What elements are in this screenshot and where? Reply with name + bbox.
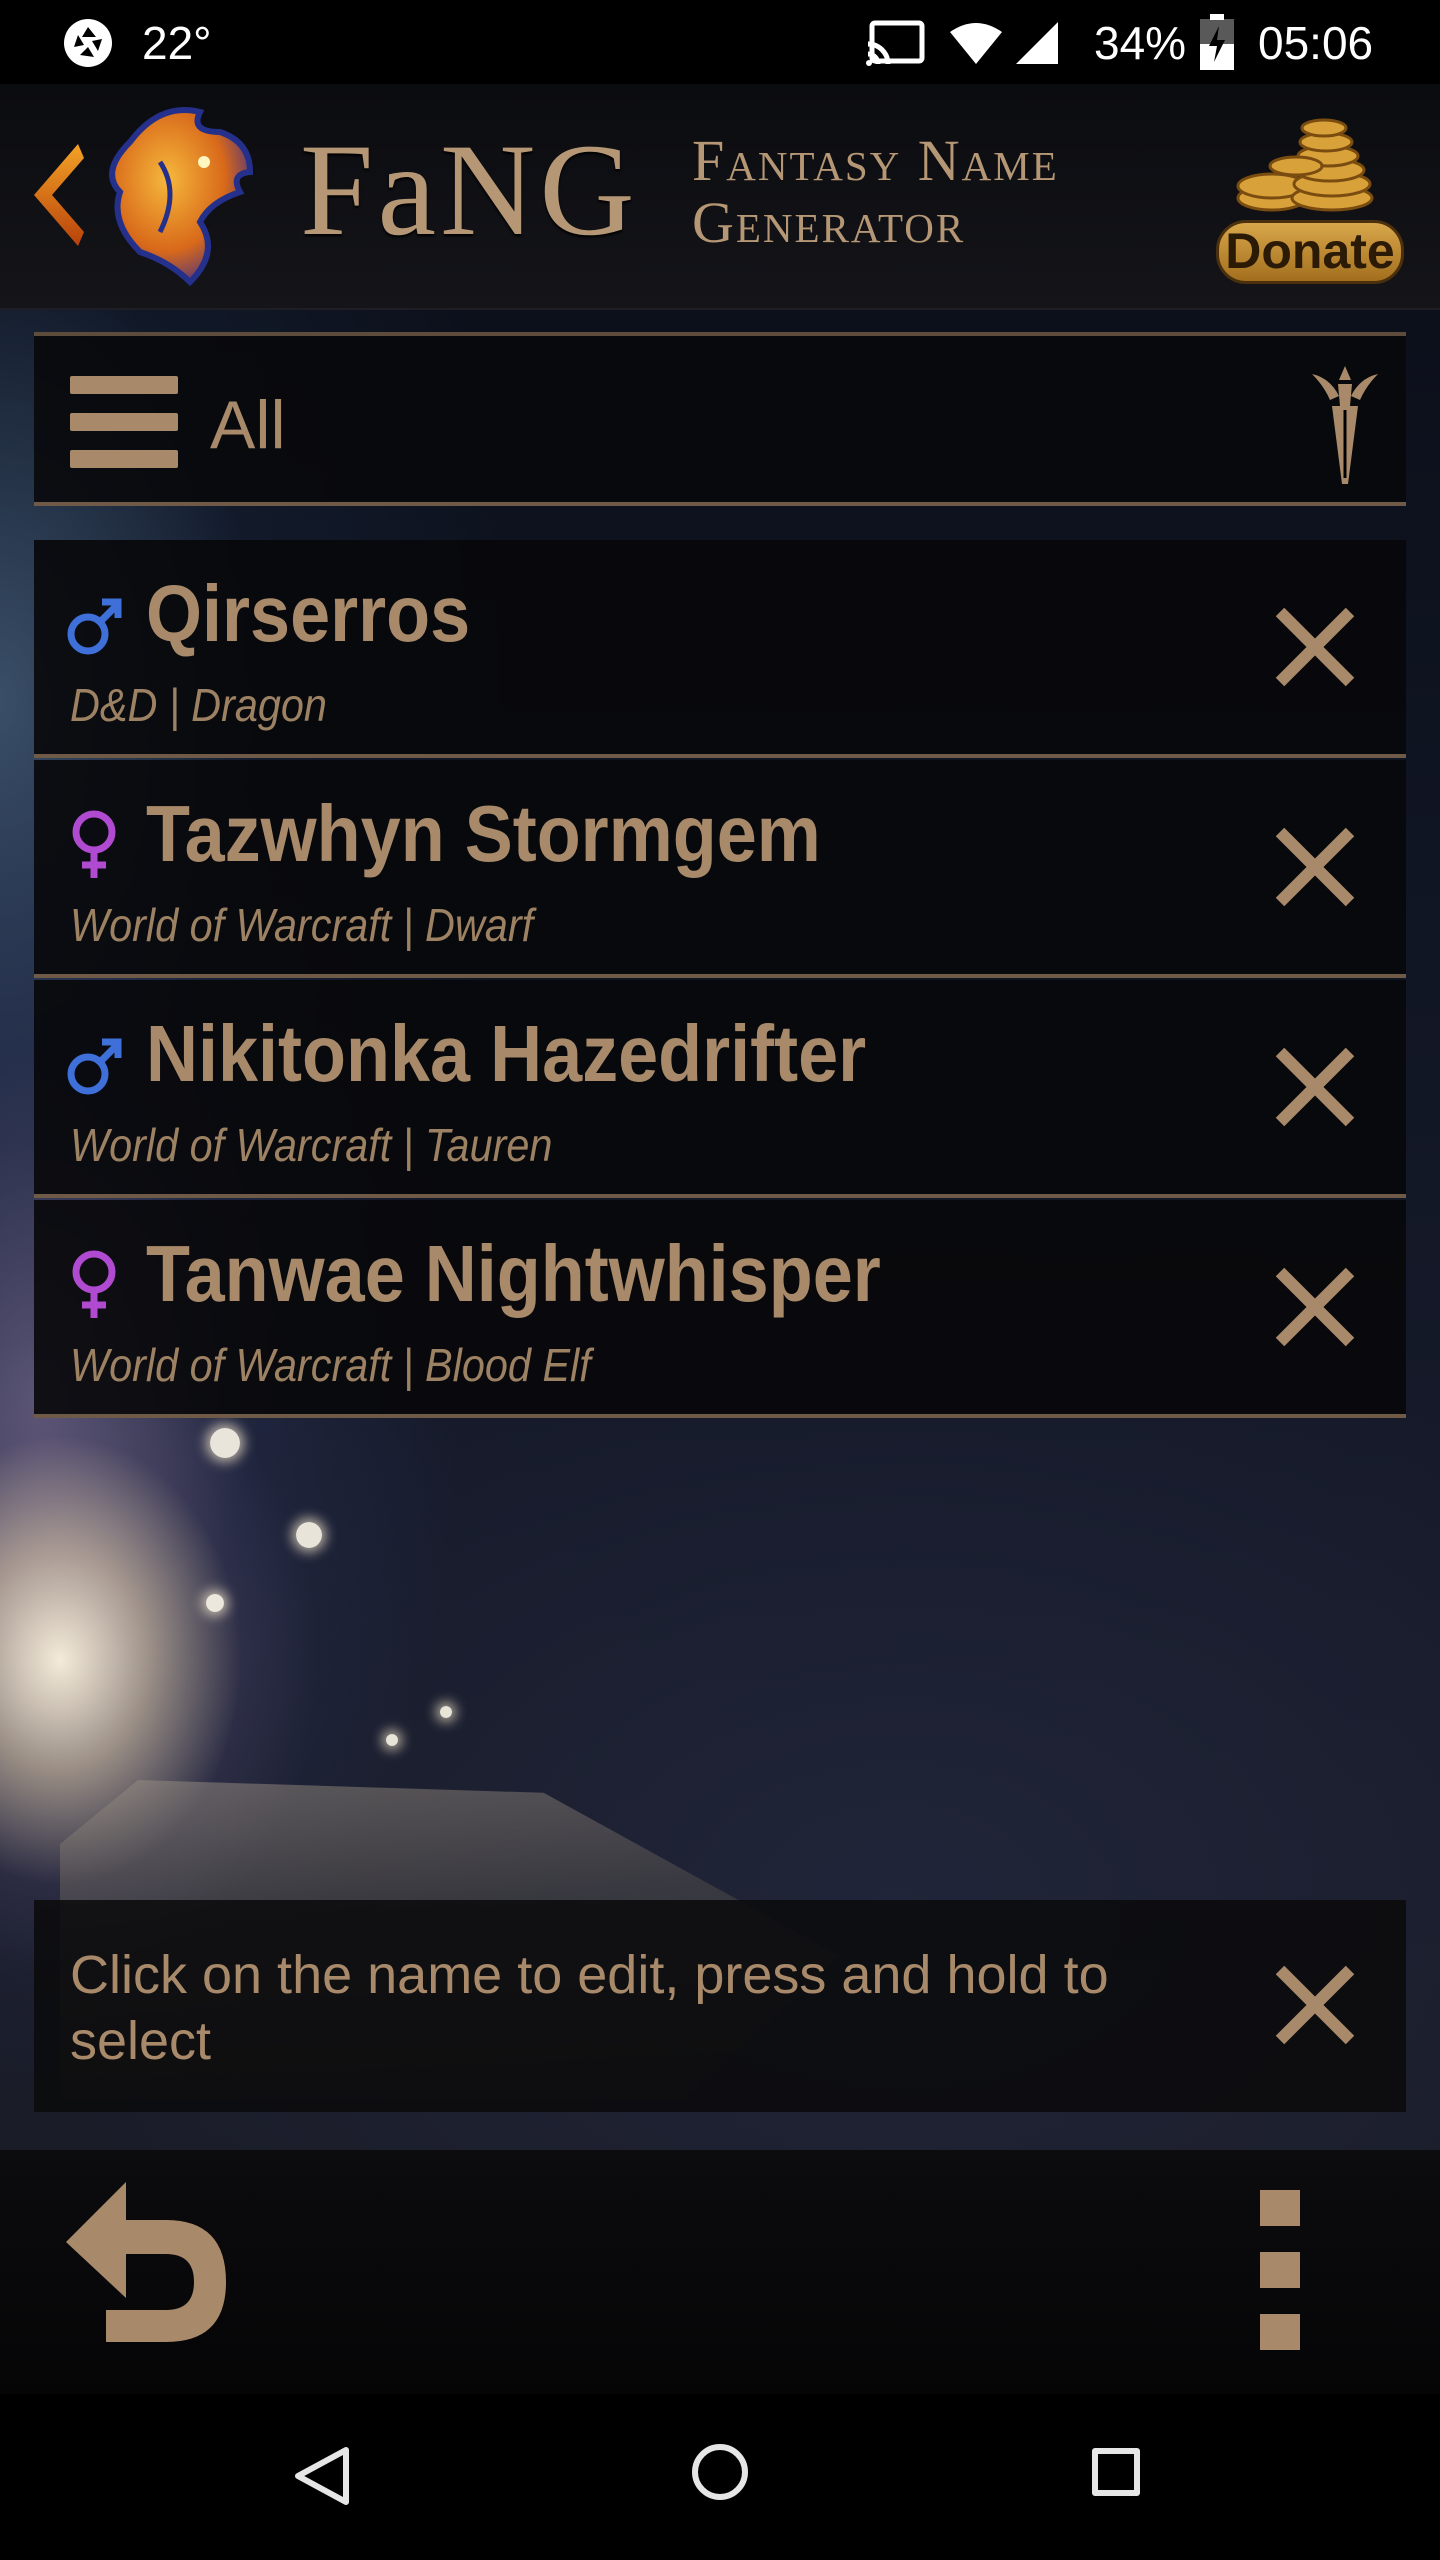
female-symbol-icon — [72, 810, 116, 878]
cast-icon — [866, 20, 925, 66]
male-symbol-icon — [67, 1038, 122, 1095]
wifi-icon — [950, 23, 1002, 64]
brand-subtitle-line1: Fantasy Name — [692, 128, 1059, 193]
name-list: Qirserros D&D | Dragon Tazwhyn Stormgem … — [34, 540, 1406, 1420]
list-item[interactable]: Qirserros D&D | Dragon — [34, 540, 1406, 758]
camera-aperture-icon — [64, 19, 112, 67]
hamburger-menu-icon[interactable] — [70, 376, 178, 468]
donate-label: Donate — [1216, 220, 1404, 284]
sparkle — [206, 1594, 224, 1612]
battery-charging-icon — [1200, 14, 1234, 70]
bottom-toolbar — [0, 2150, 1440, 2394]
nav-home-icon[interactable] — [692, 2444, 748, 2500]
sparkle — [440, 1706, 452, 1718]
hint-banner: Click on the name to edit, press and hol… — [34, 1900, 1406, 2112]
female-symbol-icon — [72, 1250, 116, 1318]
brand-subtitle: Fantasy Name Generator — [692, 130, 1059, 254]
system-nav-bar — [0, 2394, 1440, 2560]
name-text[interactable]: Nikitonka Hazedrifter — [146, 1008, 866, 1100]
clock-text: 05:06 — [1258, 17, 1374, 69]
name-category-text: World of Warcraft | Dwarf — [70, 899, 534, 951]
dragon-logo-icon — [109, 107, 254, 287]
sparkle — [386, 1734, 398, 1746]
name-category-text: World of Warcraft | Tauren — [70, 1119, 553, 1171]
app-header: FaNG Fantasy Name Generator Donate — [0, 84, 1440, 310]
battery-percent-text: 34% — [1094, 17, 1187, 69]
nav-back-icon[interactable] — [292, 2446, 352, 2506]
name-text[interactable]: Qirserros — [146, 568, 470, 660]
more-options-icon[interactable] — [1260, 2190, 1304, 2350]
remove-close-icon[interactable] — [1270, 602, 1360, 692]
donate-button[interactable]: Donate — [1212, 106, 1408, 296]
remove-close-icon[interactable] — [1270, 1262, 1360, 1352]
list-item[interactable]: Nikitonka Hazedrifter World of Warcraft … — [34, 980, 1406, 1198]
remove-close-icon[interactable] — [1270, 822, 1360, 912]
name-text[interactable]: Tazwhyn Stormgem — [146, 788, 821, 880]
status-bar: 22° 34% 05:06 — [0, 0, 1440, 84]
sword-emblem-icon[interactable] — [1310, 366, 1380, 486]
cell-signal-icon — [1016, 22, 1058, 64]
sparkle — [210, 1428, 240, 1458]
temperature-text: 22° — [142, 17, 212, 69]
list-item[interactable]: Tazwhyn Stormgem World of Warcraft | Dwa… — [34, 760, 1406, 978]
filter-label: All — [210, 387, 286, 463]
nav-recents-icon[interactable] — [1092, 2448, 1140, 2496]
name-category-text: World of Warcraft | Blood Elf — [70, 1339, 591, 1391]
name-text[interactable]: Tanwae Nightwhisper — [146, 1228, 881, 1320]
male-symbol-icon — [67, 598, 122, 655]
coins-icon — [1236, 118, 1374, 212]
list-item[interactable]: Tanwae Nightwhisper World of Warcraft | … — [34, 1200, 1406, 1418]
undo-icon[interactable] — [66, 2182, 246, 2352]
name-category-text: D&D | Dragon — [70, 679, 327, 731]
back-chevron-icon[interactable] — [26, 140, 86, 250]
brand-subtitle-line2: Generator — [692, 190, 966, 255]
brand-title: FaNG — [300, 116, 639, 263]
category-filter[interactable]: All — [34, 332, 1406, 506]
remove-close-icon[interactable] — [1270, 1042, 1360, 1132]
hint-text: Click on the name to edit, press and hol… — [70, 1945, 1109, 2071]
close-hint-icon[interactable] — [1270, 1960, 1360, 2050]
sparkle — [296, 1522, 322, 1548]
